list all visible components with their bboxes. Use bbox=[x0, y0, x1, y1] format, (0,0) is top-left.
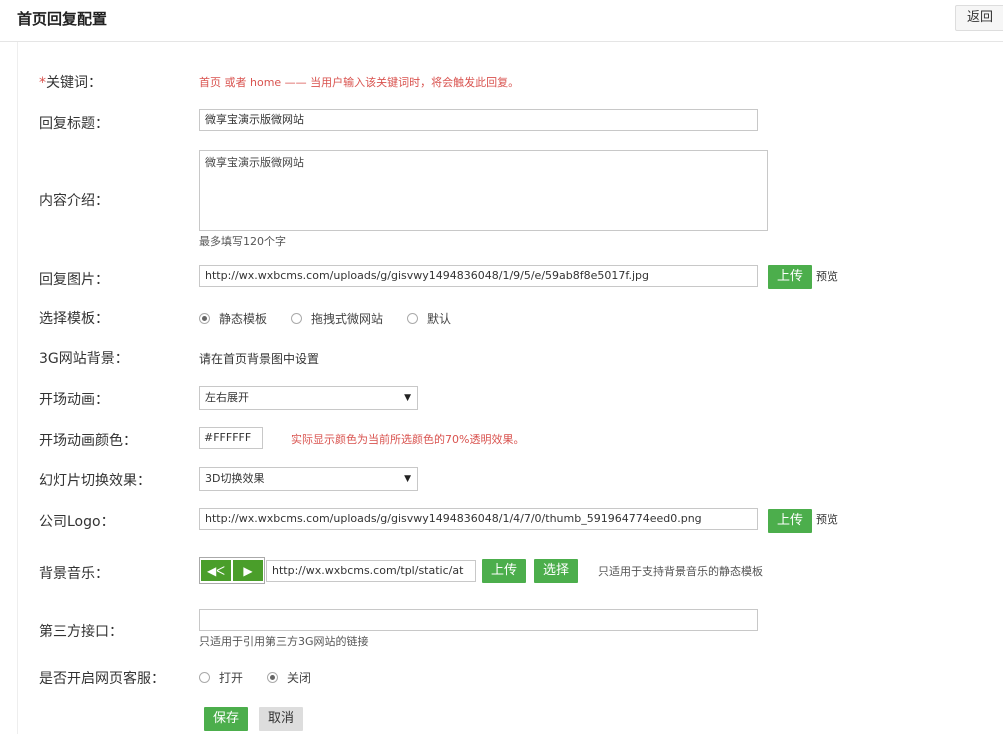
slide-effect-select[interactable]: 3D切换效果 ▼ bbox=[199, 467, 418, 491]
save-button[interactable]: 保存 bbox=[204, 707, 248, 731]
top-bar: 首页回复配置 返回 bbox=[0, 0, 1003, 42]
radio-icon bbox=[199, 672, 210, 683]
customer-service-option-off[interactable]: 关闭 bbox=[267, 669, 311, 686]
anim-color-note: 实际显示颜色为当前所选颜色的70%透明效果。 bbox=[291, 433, 525, 446]
radio-checked-icon bbox=[199, 313, 210, 324]
template-option-static[interactable]: 静态模板 bbox=[199, 310, 267, 327]
third-party-input[interactable] bbox=[199, 609, 758, 631]
customer-service-radio-group: 打开 关闭 bbox=[199, 669, 335, 686]
dropdown-arrow-icon: ▼ bbox=[404, 393, 411, 403]
third-party-label: 第三方接口： bbox=[39, 624, 123, 640]
reply-image-upload-button[interactable]: 上传 bbox=[768, 265, 812, 289]
bg-3g-text: 请在首页背景图中设置 bbox=[199, 352, 320, 366]
bg-music-input[interactable]: http://wx.wxbcms.com/tpl/static/at bbox=[266, 560, 476, 582]
config-form: *关键词： 首页 或者 home —— 当用户输入该关键词时，将会触发此回复。 … bbox=[17, 42, 1003, 734]
opening-anim-label: 开场动画： bbox=[39, 392, 109, 408]
radio-icon bbox=[407, 313, 419, 324]
reply-title-input[interactable]: 微享宝演示版微网站 bbox=[199, 109, 758, 131]
slide-effect-label: 幻灯片切换效果： bbox=[39, 473, 151, 489]
back-button[interactable]: 返回 bbox=[955, 5, 1003, 31]
logo-input[interactable]: http://wx.wxbcms.com/uploads/g/gisvwy149… bbox=[199, 508, 758, 530]
customer-service-option-on[interactable]: 打开 bbox=[199, 669, 243, 686]
play-icon[interactable]: ▶ bbox=[233, 560, 263, 581]
logo-preview-link[interactable]: 预览 bbox=[816, 511, 838, 527]
intro-hint: 最多填写120个字 bbox=[199, 235, 286, 248]
bg-music-select-button[interactable]: 选择 bbox=[534, 559, 578, 583]
bg-3g-label: 3G网站背景： bbox=[39, 351, 129, 367]
keyword-note: 首页 或者 home —— 当用户输入该关键词时，将会触发此回复。 bbox=[199, 76, 520, 89]
third-party-hint: 只适用于引用第三方3G网站的链接 bbox=[199, 635, 369, 648]
radio-checked-icon bbox=[267, 672, 279, 683]
bg-music-upload-button[interactable]: 上传 bbox=[482, 559, 526, 583]
customer-service-label: 是否开启网页客服： bbox=[39, 671, 165, 687]
intro-textarea[interactable]: 微享宝演示版微网站 bbox=[199, 150, 768, 231]
bg-music-note: 只适用于支持背景音乐的静态模板 bbox=[598, 565, 763, 578]
bg-music-label: 背景音乐： bbox=[39, 566, 109, 582]
reply-image-preview-link[interactable]: 预览 bbox=[816, 268, 838, 284]
anim-color-input[interactable]: #FFFFFF bbox=[199, 427, 263, 449]
reply-image-label: 回复图片： bbox=[39, 272, 109, 288]
music-player: ◀ᐸ ▶ bbox=[199, 557, 265, 584]
reply-title-label: 回复标题： bbox=[39, 116, 109, 132]
intro-label: 内容介绍： bbox=[39, 193, 109, 209]
logo-label: 公司Logo： bbox=[39, 514, 115, 530]
reply-image-input[interactable]: http://wx.wxbcms.com/uploads/g/gisvwy149… bbox=[199, 265, 758, 287]
required-mark: * bbox=[39, 75, 46, 91]
opening-anim-select[interactable]: 左右展开 ▼ bbox=[199, 386, 418, 410]
template-label: 选择模板： bbox=[39, 311, 109, 327]
logo-upload-button[interactable]: 上传 bbox=[768, 509, 812, 533]
keyword-label: *关键词： bbox=[39, 75, 102, 91]
template-option-drag[interactable]: 拖拽式微网站 bbox=[291, 310, 383, 327]
volume-icon[interactable]: ◀ᐸ bbox=[201, 560, 231, 581]
dropdown-arrow-icon: ▼ bbox=[404, 474, 411, 484]
cancel-button[interactable]: 取消 bbox=[259, 707, 303, 731]
anim-color-label: 开场动画颜色： bbox=[39, 433, 137, 449]
radio-icon bbox=[291, 313, 303, 324]
page-title: 首页回复配置 bbox=[17, 10, 108, 28]
template-option-default[interactable]: 默认 bbox=[407, 310, 451, 327]
template-radio-group: 静态模板 拖拽式微网站 默认 bbox=[199, 310, 475, 327]
